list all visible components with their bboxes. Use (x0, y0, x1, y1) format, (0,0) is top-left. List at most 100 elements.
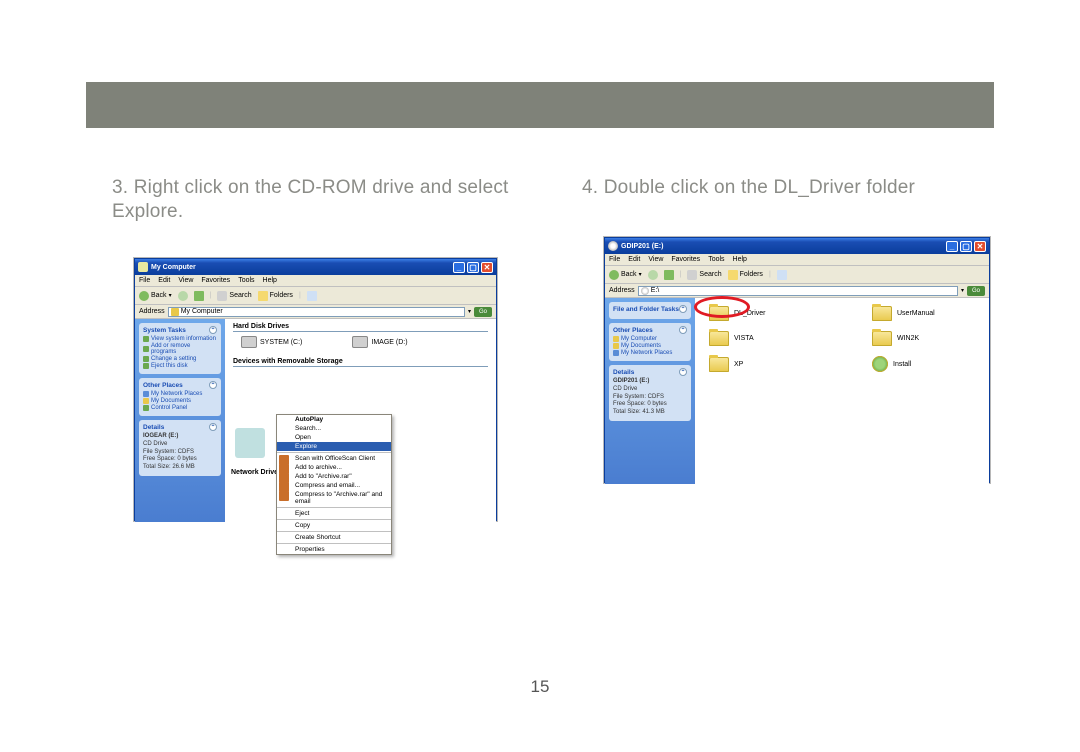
details-type: CD Drive (143, 441, 217, 449)
close-button[interactable]: ✕ (974, 241, 986, 252)
ctx-compress-rar-email[interactable]: Compress to "Archive.rar" and email (277, 490, 391, 506)
ctx-create-shortcut[interactable]: Create Shortcut (277, 533, 391, 542)
task-eject[interactable]: Eject this disk (143, 363, 217, 369)
installer-icon (872, 356, 888, 372)
cd-icon (641, 287, 649, 295)
collapse-icon[interactable]: ⌃ (209, 381, 217, 389)
titlebar[interactable]: My Computer _ ▢ ✕ (135, 259, 496, 275)
ctx-sep (277, 531, 391, 532)
task-view-sysinfo[interactable]: View system information (143, 336, 217, 342)
address-bar: Address My Computer ▾ Go (135, 305, 496, 319)
place-mycomputer[interactable]: My Computer (613, 336, 687, 342)
ctx-copy[interactable]: Copy (277, 521, 391, 530)
search-button[interactable]: Search (217, 291, 251, 301)
menu-edit[interactable]: Edit (628, 256, 640, 263)
close-button[interactable]: ✕ (481, 262, 493, 273)
file-install[interactable]: Install (872, 356, 975, 372)
collapse-icon[interactable]: ⌃ (679, 368, 687, 376)
collapse-icon[interactable]: ⌃ (679, 305, 687, 313)
views-button[interactable] (307, 291, 317, 301)
forward-button[interactable] (178, 291, 188, 301)
collapse-icon[interactable]: ⌃ (209, 423, 217, 431)
ctx-archive2[interactable]: Add to "Archive.rar" (277, 472, 391, 481)
place-documents[interactable]: My Documents (613, 343, 687, 349)
folder-icon (709, 357, 729, 372)
search-button[interactable]: Search (687, 270, 721, 280)
other-places-block: Other Places⌃ My Network Places My Docum… (139, 378, 221, 416)
folder-icon (872, 306, 892, 321)
ctx-explore[interactable]: Explore (277, 442, 391, 451)
ctx-scan[interactable]: Scan with OfficeScan Client (277, 454, 391, 463)
menu-tools[interactable]: Tools (238, 277, 254, 284)
maximize-button[interactable]: ▢ (960, 241, 972, 252)
menu-help[interactable]: Help (263, 277, 277, 284)
ctx-autoplay[interactable]: AutoPlay (277, 415, 391, 424)
place-network[interactable]: My Network Places (143, 391, 217, 397)
menu-file[interactable]: File (139, 277, 150, 284)
maximize-button[interactable]: ▢ (467, 262, 479, 273)
details-block: Details⌃ IOGEAR (E:) CD Drive File Syste… (139, 420, 221, 476)
menu-favorites[interactable]: Favorites (671, 256, 700, 263)
menu-favorites[interactable]: Favorites (201, 277, 230, 284)
section-hard-disk: Hard Disk Drives (233, 323, 488, 332)
ctx-search[interactable]: Search... (277, 424, 391, 433)
section-removable: Devices with Removable Storage (233, 358, 488, 367)
go-button[interactable]: Go (967, 286, 985, 296)
details-name: IOGEAR (E:) (143, 433, 217, 441)
task-change-setting[interactable]: Change a setting (143, 356, 217, 362)
details-total: Total Size: 26.6 MB (143, 464, 217, 472)
back-button[interactable]: Back ▾ (609, 270, 642, 280)
views-button[interactable] (777, 270, 787, 280)
back-button[interactable]: Back ▾ (139, 291, 172, 301)
ctx-archive1[interactable]: Add to archive... (277, 463, 391, 472)
minimize-button[interactable]: _ (453, 262, 465, 273)
ctx-eject[interactable]: Eject (277, 509, 391, 518)
ctx-properties[interactable]: Properties (277, 545, 391, 554)
back-icon (139, 291, 149, 301)
address-input[interactable]: E:\ (638, 286, 958, 296)
up-button[interactable] (194, 291, 204, 301)
titlebar[interactable]: GDIP201 (E:) _ ▢ ✕ (605, 238, 989, 254)
folder-win2k[interactable]: WIN2K (872, 331, 975, 346)
ctx-compress-email[interactable]: Compress and email... (277, 481, 391, 490)
explorer-window-my-computer: My Computer _ ▢ ✕ File Edit View Favorit… (134, 258, 497, 521)
menu-view[interactable]: View (178, 277, 193, 284)
collapse-icon[interactable]: ⌃ (679, 326, 687, 334)
drive-c[interactable]: SYSTEM (C:) (241, 336, 302, 348)
cd-drive-icon[interactable] (235, 428, 265, 458)
forward-button[interactable] (648, 270, 658, 280)
task-add-remove[interactable]: Add or remove programs (143, 343, 217, 355)
folder-usermanual[interactable]: UserManual (872, 306, 975, 321)
other-places-block: Other Places⌃ My Computer My Documents M… (609, 323, 691, 361)
my-computer-icon (138, 262, 148, 272)
drive-d[interactable]: IMAGE (D:) (352, 336, 407, 348)
content-area[interactable]: DL_Driver UserManual VISTA WIN2K XP Inst… (695, 298, 989, 484)
details-free: Free Space: 0 bytes (143, 456, 217, 464)
details-block: Details⌃ GDIP201 (E:) CD Drive File Syst… (609, 365, 691, 421)
menu-file[interactable]: File (609, 256, 620, 263)
menu-edit[interactable]: Edit (158, 277, 170, 284)
folder-vista[interactable]: VISTA (709, 331, 812, 346)
place-controlpanel[interactable]: Control Panel (143, 405, 217, 411)
collapse-icon[interactable]: ⌃ (209, 326, 217, 334)
address-input[interactable]: My Computer (168, 307, 465, 317)
menu-tools[interactable]: Tools (708, 256, 724, 263)
menubar[interactable]: File Edit View Favorites Tools Help (605, 254, 989, 266)
search-icon (217, 291, 227, 301)
folders-button[interactable]: Folders (728, 270, 763, 280)
folders-icon (258, 291, 268, 301)
menu-view[interactable]: View (648, 256, 663, 263)
up-button[interactable] (664, 270, 674, 280)
menubar[interactable]: File Edit View Favorites Tools Help (135, 275, 496, 287)
folder-xp[interactable]: XP (709, 356, 812, 372)
details-free: Free Space: 0 bytes (613, 401, 687, 409)
ctx-open[interactable]: Open (277, 433, 391, 442)
menu-help[interactable]: Help (733, 256, 747, 263)
folder-dl-driver[interactable]: DL_Driver (709, 306, 812, 321)
folders-button[interactable]: Folders (258, 291, 293, 301)
computer-icon (171, 308, 179, 316)
minimize-button[interactable]: _ (946, 241, 958, 252)
place-documents[interactable]: My Documents (143, 398, 217, 404)
place-network[interactable]: My Network Places (613, 350, 687, 356)
go-button[interactable]: Go (474, 307, 492, 317)
